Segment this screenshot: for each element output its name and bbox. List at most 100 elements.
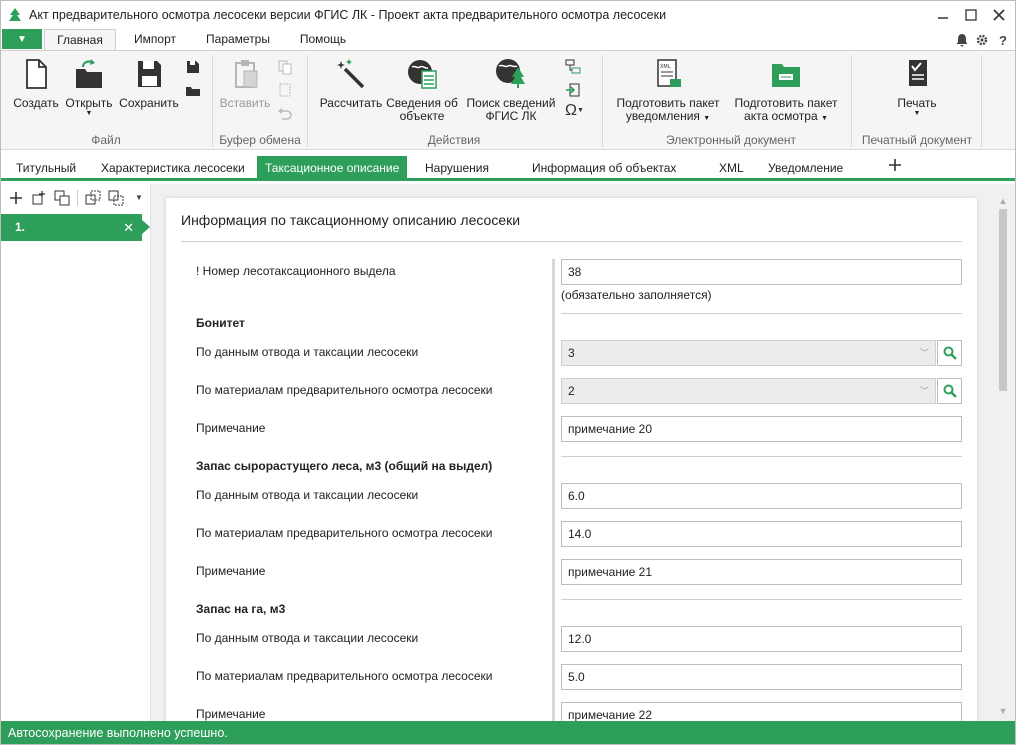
tab-violations[interactable]: Нарушения (425, 156, 489, 180)
open-folder-icon (76, 59, 102, 88)
prepare-act-package-button[interactable]: Подготовить пакет акта осмотра ▼ (728, 57, 844, 125)
bonitet-otvod-search-button[interactable] (937, 340, 962, 366)
divider (181, 241, 962, 242)
open-recent-icon[interactable] (185, 82, 201, 98)
schema-icon[interactable] (565, 59, 581, 75)
dropdown-caret-icon: ▼ (913, 110, 921, 117)
zapasga-osmotr-input[interactable]: 5.0 (561, 664, 962, 690)
tab-taxation-description[interactable]: Таксационное описание (257, 156, 408, 180)
print-button[interactable]: Печать ▼ (887, 57, 947, 118)
status-bar: Автосохранение выполнено успешно. (1, 721, 1015, 744)
bonitet-osmotr-select[interactable]: 2 ﹀ (561, 378, 936, 404)
ribbon-tab-home[interactable]: Главная (44, 29, 116, 51)
group-separator (307, 55, 308, 147)
search-fgis-button[interactable]: Поиск сведений ФГИС ЛК (463, 57, 559, 123)
divider (561, 313, 962, 314)
move-down-icon[interactable] (108, 190, 124, 206)
create-label: Создать (13, 96, 59, 110)
save-as-icon[interactable] (185, 59, 201, 75)
zapasga-otvod-label: По данным отвода и таксации лесосеки (196, 631, 419, 645)
bonitet-otvod-select[interactable]: 3 ﹀ (561, 340, 936, 366)
prepare-act-label-line1: Подготовить пакет (734, 96, 838, 110)
tab-objects-info[interactable]: Информация об объектах (532, 156, 676, 180)
duplicate-icon[interactable] (54, 190, 70, 206)
gear-icon[interactable] (974, 32, 990, 48)
cut-icon[interactable] (277, 82, 293, 98)
zapas-osmotr-label: По материалам предварительного осмотра л… (196, 526, 493, 540)
zapas-osmotr-input[interactable]: 14.0 (561, 521, 962, 547)
add-tab-button[interactable] (885, 157, 905, 177)
tab-xml[interactable]: XML (719, 156, 744, 180)
maximize-button[interactable] (957, 4, 985, 26)
bell-icon[interactable] (954, 32, 970, 48)
title-bar: Акт предварительного осмотра лесосеки ве… (1, 1, 1015, 29)
print-document-icon (909, 60, 927, 86)
delete-item-icon[interactable]: ✕ (123, 214, 134, 241)
copy-icon[interactable] (277, 59, 293, 75)
paste-button[interactable]: Вставить (218, 57, 272, 110)
vertical-scrollbar[interactable]: ▲ ▼ (997, 194, 1009, 716)
dropdown-caret-icon: ▼ (703, 115, 711, 122)
zapas-note-input[interactable]: примечание 21 (561, 559, 962, 585)
bonitet-note-input[interactable]: примечание 20 (561, 416, 962, 442)
group-label-actions: Действия (427, 133, 481, 147)
chevron-down-icon: ﹀ (919, 348, 929, 358)
add-icon[interactable] (8, 190, 24, 206)
export-icon[interactable] (565, 82, 581, 98)
app-window: Акт предварительного осмотра лесосеки ве… (0, 0, 1016, 745)
list-item[interactable]: 1. ✕ (1, 214, 150, 241)
move-up-icon[interactable] (85, 190, 101, 206)
scroll-down-icon[interactable]: ▼ (998, 706, 1008, 716)
ribbon-tab-parameters[interactable]: Параметры (197, 29, 279, 50)
group-label-file: Файл (91, 133, 121, 147)
chevron-down-icon: ▼ (17, 33, 27, 45)
add-copy-icon[interactable] (31, 190, 47, 206)
open-label: Открыть (65, 96, 113, 110)
bonitet-osmotr-search-button[interactable] (937, 378, 962, 404)
group-separator (851, 55, 852, 147)
document-tab-strip: Титульный Характеристика лесосеки Таксац… (1, 156, 1015, 181)
form-card: Информация по таксационному описанию лес… (166, 198, 977, 739)
ribbon-tab-help[interactable]: Помощь (287, 29, 359, 50)
maximize-icon (965, 9, 977, 21)
prepare-notification-package-button[interactable]: XML Подготовить пакет уведомления ▼ (613, 57, 723, 125)
globe-tree-icon (496, 59, 525, 88)
scroll-up-icon[interactable]: ▲ (998, 196, 1008, 206)
tab-plot-characteristics[interactable]: Характеристика лесосеки (101, 156, 245, 180)
plus-icon (889, 159, 901, 171)
more-options-icon[interactable]: ▼ (131, 190, 147, 206)
object-info-label-line1: Сведения об (386, 96, 458, 110)
print-label: Печать (897, 96, 937, 110)
app-menu-button[interactable]: ▼ (2, 29, 42, 49)
open-button[interactable]: Открыть ▼ (63, 57, 115, 118)
paste-clipboard-icon (235, 60, 258, 88)
close-button[interactable] (985, 4, 1013, 26)
group-label-clipboard: Буфер обмена (219, 133, 301, 147)
create-button[interactable]: Создать (11, 57, 61, 110)
calculate-button[interactable]: Рассчитать (318, 57, 384, 110)
help-icon[interactable]: ? (995, 32, 1011, 48)
tab-title-page[interactable]: Титульный (16, 156, 76, 180)
ribbon-tab-import[interactable]: Импорт (119, 29, 191, 50)
undo-icon[interactable] (277, 105, 293, 121)
ribbon-tab-strip: ▼ Главная Импорт Параметры Помощь ? (1, 29, 1015, 51)
tab-notification[interactable]: Уведомление (768, 156, 843, 180)
new-document-icon (26, 59, 47, 89)
dropdown-caret-icon: ▼ (821, 115, 828, 122)
prepare-notification-label-line2: уведомления (625, 109, 700, 123)
zapas-otvod-input[interactable]: 6.0 (561, 483, 962, 509)
bonitet-osmotr-value: 2 (568, 384, 575, 398)
object-info-button[interactable]: Сведения об объекте (384, 57, 460, 123)
list-item-label: 1. (15, 220, 26, 234)
scrollbar-thumb[interactable] (999, 209, 1007, 391)
minimize-button[interactable] (929, 4, 957, 26)
close-icon (993, 9, 1005, 21)
vydel-input[interactable]: 38 (561, 259, 962, 285)
ribbon: Создать Открыть ▼ Сохранить Файл Вставит… (1, 50, 1015, 150)
zapasga-otvod-input[interactable]: 12.0 (561, 626, 962, 652)
save-button[interactable]: Сохранить (118, 57, 180, 110)
bonitet-otvod-value: 3 (568, 346, 575, 360)
vydel-label: ! Номер лесотаксационного выдела (196, 264, 396, 278)
left-panel-toolbar: ▼ (1, 184, 151, 212)
omega-symbol-icon[interactable]: Ω▼ (565, 103, 591, 119)
